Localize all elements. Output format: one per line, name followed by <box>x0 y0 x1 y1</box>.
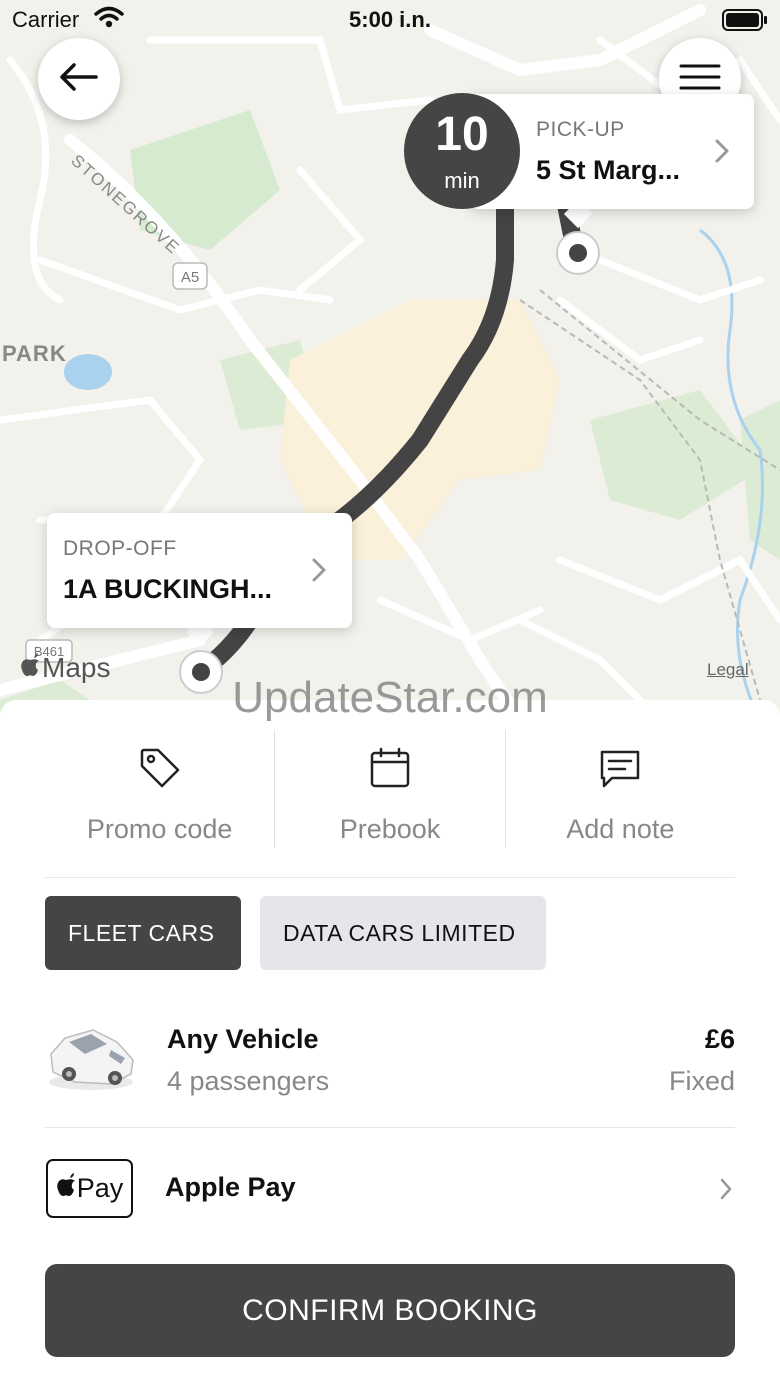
add-note-button[interactable]: Add note <box>504 730 735 848</box>
arrow-left-icon <box>59 62 99 97</box>
dropoff-label: DROP-OFF <box>63 537 177 560</box>
vehicle-option[interactable]: Any Vehicle 4 passengers £6 Fixed <box>45 1020 735 1120</box>
hamburger-menu-icon <box>679 63 721 96</box>
pickup-label: PICK-UP <box>536 118 625 141</box>
confirm-booking-button[interactable]: CONFIRM BOOKING <box>45 1264 735 1357</box>
fleet-tab-data-cars-limited[interactable]: DATA CARS LIMITED <box>260 896 546 970</box>
promo-code-label: Promo code <box>86 814 233 844</box>
vehicle-price: £6 <box>704 1024 735 1054</box>
tag-icon <box>138 746 182 795</box>
dropoff-address: 1A BUCKINGH... <box>63 574 273 604</box>
vehicle-name: Any Vehicle <box>167 1024 319 1054</box>
apple-pay-badge: Pay <box>46 1159 133 1218</box>
area-label: PARK <box>2 341 67 366</box>
payment-method-label: Apple Pay <box>165 1172 296 1202</box>
road-shield-a5: A5 <box>181 269 199 286</box>
status-bar: Carrier 5:00 i.n. <box>0 0 780 40</box>
eta-value: 10 <box>435 108 489 161</box>
prebook-label: Prebook <box>339 814 441 844</box>
apple-logo-icon <box>56 1173 76 1204</box>
chevron-right-icon <box>714 138 730 169</box>
booking-actions: Promo code Prebook Add note <box>45 730 735 848</box>
price-type: Fixed <box>668 1066 735 1096</box>
booking-sheet: Promo code Prebook Add note FLEET CARS D… <box>0 700 780 1387</box>
back-button[interactable] <box>38 38 120 120</box>
divider <box>45 1127 735 1128</box>
map-view[interactable]: STONEGROVE A5 B461 PARK Carrier 5:00 i.n… <box>0 0 780 720</box>
clock-time: 5:00 i.n. <box>349 7 431 32</box>
prebook-button[interactable]: Prebook <box>274 730 504 848</box>
add-note-label: Add note <box>566 814 675 844</box>
pickup-address: 5 St Marg... <box>536 155 681 185</box>
chevron-right-icon <box>719 1178 733 1205</box>
battery-icon <box>722 9 768 36</box>
fleet-selector: FLEET CARS DATA CARS LIMITED <box>45 896 546 970</box>
apple-pay-badge-text: Pay <box>76 1173 124 1203</box>
calendar-icon <box>368 746 412 795</box>
eta-unit: min <box>444 168 480 193</box>
payment-method-row[interactable]: Pay Apple Pay <box>45 1158 735 1220</box>
note-icon <box>598 746 642 795</box>
fleet-tab-fleet-cars[interactable]: FLEET CARS <box>45 896 241 970</box>
vehicle-passengers: 4 passengers <box>167 1066 330 1096</box>
divider <box>45 877 735 878</box>
promo-code-button[interactable]: Promo code <box>45 730 274 848</box>
eta-badge: 10 min <box>404 93 520 209</box>
chevron-right-icon <box>311 557 327 588</box>
watermark: UpdateStar.com <box>232 673 548 722</box>
dropoff-callout[interactable]: DROP-OFF 1A BUCKINGH... <box>47 513 352 628</box>
car-image <box>45 1020 137 1101</box>
